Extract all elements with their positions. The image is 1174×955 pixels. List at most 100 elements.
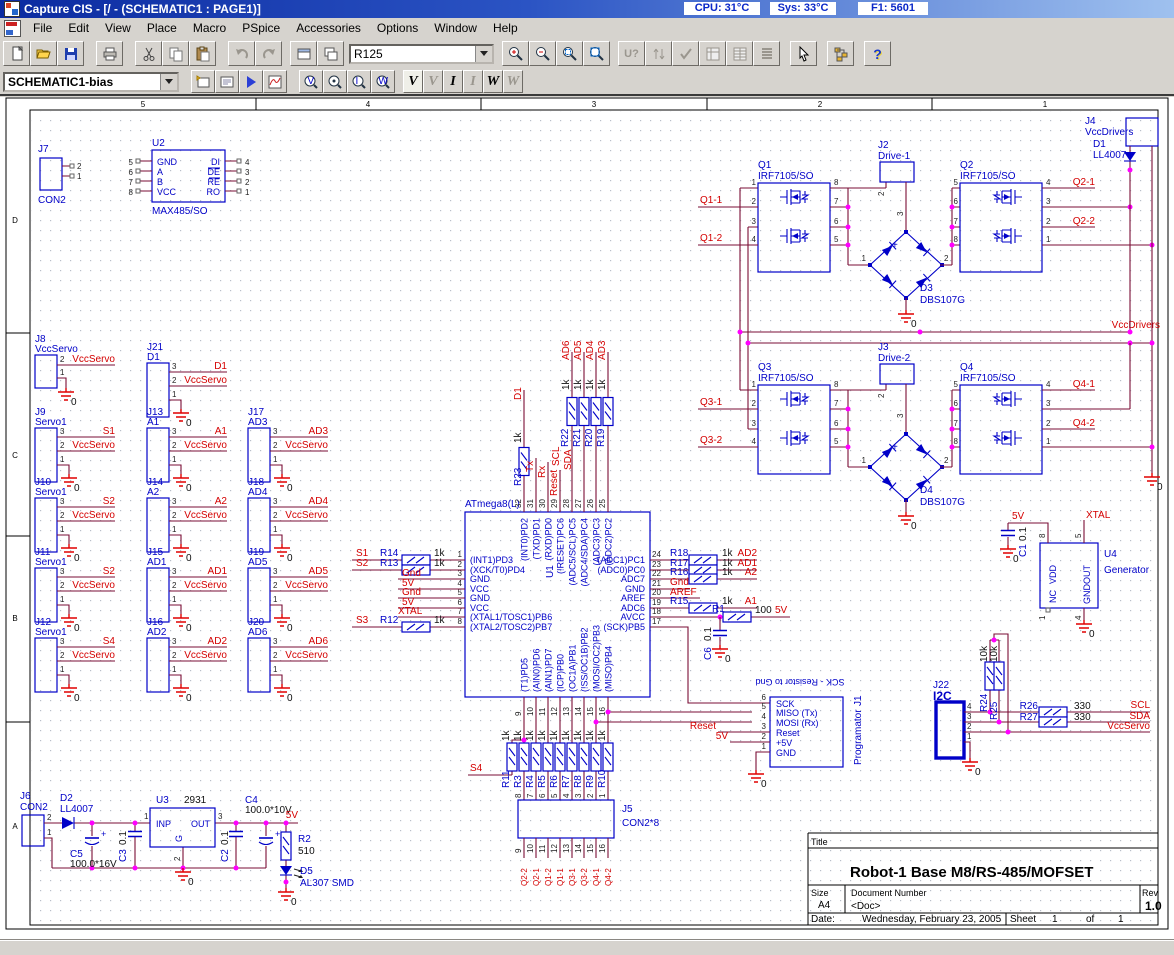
svg-text:AD4: AD4 bbox=[248, 487, 268, 498]
svg-text:A: A bbox=[157, 167, 163, 177]
run-button[interactable] bbox=[239, 70, 263, 93]
edit-document-button[interactable] bbox=[215, 70, 239, 93]
svg-text:SCK - Resistor to Gnd: SCK - Resistor to Gnd bbox=[755, 677, 844, 687]
svg-text:SCL: SCL bbox=[551, 446, 562, 466]
new-button[interactable] bbox=[3, 41, 30, 66]
part-search-value[interactable]: R125 bbox=[351, 47, 475, 61]
svg-text:1: 1 bbox=[245, 188, 250, 197]
menu-edit[interactable]: Edit bbox=[60, 19, 97, 37]
voltage-level-button[interactable]: V bbox=[403, 70, 423, 93]
chevron-down-icon[interactable] bbox=[475, 46, 492, 62]
copy-button[interactable] bbox=[162, 41, 189, 66]
menu-macro[interactable]: Macro bbox=[185, 19, 234, 37]
chevron-down-icon[interactable] bbox=[160, 74, 177, 90]
part-search-combo[interactable]: R125 bbox=[349, 44, 494, 64]
power-diff-button[interactable]: W bbox=[503, 70, 523, 93]
svg-text:1: 1 bbox=[762, 742, 767, 751]
schematic-canvas[interactable]: 0 5 4 3 bbox=[0, 97, 1174, 940]
capture-toolbar: SCHEMATIC1-bias V I W V V I I W W bbox=[0, 69, 1174, 96]
paste-button[interactable] bbox=[189, 41, 216, 66]
svg-text:(XTAL1/TOSC1)PB6: (XTAL1/TOSC1)PB6 bbox=[470, 612, 552, 622]
schematic-page[interactable]: 0 5 4 3 bbox=[0, 97, 1174, 940]
open-button[interactable] bbox=[30, 41, 57, 66]
help-button[interactable]: ? bbox=[864, 41, 891, 66]
svg-text:(TXD)PD1: (TXD)PD1 bbox=[532, 518, 542, 560]
select-button[interactable] bbox=[790, 41, 817, 66]
svg-text:(OC1A)PB1: (OC1A)PB1 bbox=[568, 644, 578, 692]
zoom-all-button[interactable] bbox=[583, 41, 610, 66]
schematic-combo-value[interactable]: SCHEMATIC1-bias bbox=[5, 75, 160, 89]
svg-text:1: 1 bbox=[1046, 235, 1051, 244]
svg-text:7: 7 bbox=[954, 419, 959, 428]
svg-text:Q1-1: Q1-1 bbox=[556, 868, 565, 886]
annotate-button[interactable]: U? bbox=[618, 41, 645, 66]
voltage-diff-button[interactable]: V bbox=[423, 70, 443, 93]
svg-text:R22: R22 bbox=[560, 428, 571, 447]
menu-file[interactable]: File bbox=[25, 19, 60, 37]
power-probe-button[interactable]: W bbox=[371, 70, 395, 93]
window-cascade-button[interactable] bbox=[317, 41, 344, 66]
svg-text:1k: 1k bbox=[501, 729, 512, 741]
svg-text:AREF: AREF bbox=[621, 593, 646, 603]
svg-text:1: 1 bbox=[172, 665, 177, 674]
new-document-button[interactable] bbox=[191, 70, 215, 93]
cut-button[interactable] bbox=[135, 41, 162, 66]
bom-button[interactable] bbox=[753, 41, 780, 66]
menu-view[interactable]: View bbox=[97, 19, 139, 37]
svg-text:2: 2 bbox=[245, 178, 250, 187]
svg-text:D: D bbox=[12, 216, 18, 225]
svg-text:R26: R26 bbox=[1020, 701, 1039, 712]
svg-text:9: 9 bbox=[514, 848, 523, 853]
cross-reference-button[interactable] bbox=[726, 41, 753, 66]
svg-text:1: 1 bbox=[273, 525, 278, 534]
schematic-combo[interactable]: SCHEMATIC1-bias bbox=[3, 72, 179, 92]
svg-text:5: 5 bbox=[550, 793, 559, 798]
save-button[interactable] bbox=[57, 41, 84, 66]
current-probe-button[interactable] bbox=[323, 70, 347, 93]
svg-text:R15: R15 bbox=[670, 596, 689, 607]
svg-text:16: 16 bbox=[598, 844, 607, 853]
svg-text:+: + bbox=[892, 442, 898, 453]
window-new-button[interactable] bbox=[290, 41, 317, 66]
svg-text:AD1: AD1 bbox=[208, 566, 228, 577]
menu-accessories[interactable]: Accessories bbox=[288, 19, 369, 37]
netlist-button[interactable] bbox=[699, 41, 726, 66]
svg-text:5V: 5V bbox=[775, 605, 788, 616]
power-level-button[interactable]: W bbox=[483, 70, 503, 93]
redo-button[interactable] bbox=[255, 41, 282, 66]
svg-text:2: 2 bbox=[967, 722, 972, 731]
svg-text:4: 4 bbox=[1046, 380, 1051, 389]
menu-pspice[interactable]: PSpice bbox=[234, 19, 288, 37]
zoom-area-button[interactable] bbox=[556, 41, 583, 66]
undo-button[interactable] bbox=[228, 41, 255, 66]
current-level-button[interactable]: I bbox=[443, 70, 463, 93]
menu-help[interactable]: Help bbox=[485, 19, 526, 37]
svg-text:V: V bbox=[308, 76, 315, 87]
horizontal-scrollbar[interactable] bbox=[0, 940, 1174, 955]
print-button[interactable] bbox=[96, 41, 123, 66]
document-icon bbox=[4, 20, 21, 37]
menu-options[interactable]: Options bbox=[369, 19, 426, 37]
drc-button[interactable] bbox=[672, 41, 699, 66]
svg-text:3: 3 bbox=[273, 637, 278, 646]
svg-text:2: 2 bbox=[818, 100, 823, 109]
svg-text:R5: R5 bbox=[537, 775, 548, 788]
svg-text:330: 330 bbox=[1074, 712, 1091, 723]
svg-text:10: 10 bbox=[526, 707, 535, 716]
probe-zoom-button[interactable]: I bbox=[347, 70, 371, 93]
zoom-in-button[interactable] bbox=[502, 41, 529, 66]
update-properties-button[interactable] bbox=[645, 41, 672, 66]
svg-text:of: of bbox=[1086, 914, 1095, 925]
svg-text:1: 1 bbox=[60, 368, 65, 377]
svg-text:SCL: SCL bbox=[1131, 700, 1151, 711]
pspice-icon[interactable] bbox=[263, 70, 287, 93]
current-diff-button[interactable]: I bbox=[463, 70, 483, 93]
menu-window[interactable]: Window bbox=[426, 19, 485, 37]
svg-text:GND: GND bbox=[1082, 584, 1092, 605]
svg-text:AD3: AD3 bbox=[248, 417, 268, 428]
zoom-out-button[interactable] bbox=[529, 41, 556, 66]
menu-place[interactable]: Place bbox=[139, 19, 185, 37]
hierarchy-button[interactable] bbox=[827, 41, 854, 66]
svg-text:2: 2 bbox=[1046, 419, 1051, 428]
voltage-probe-button[interactable]: V bbox=[299, 70, 323, 93]
